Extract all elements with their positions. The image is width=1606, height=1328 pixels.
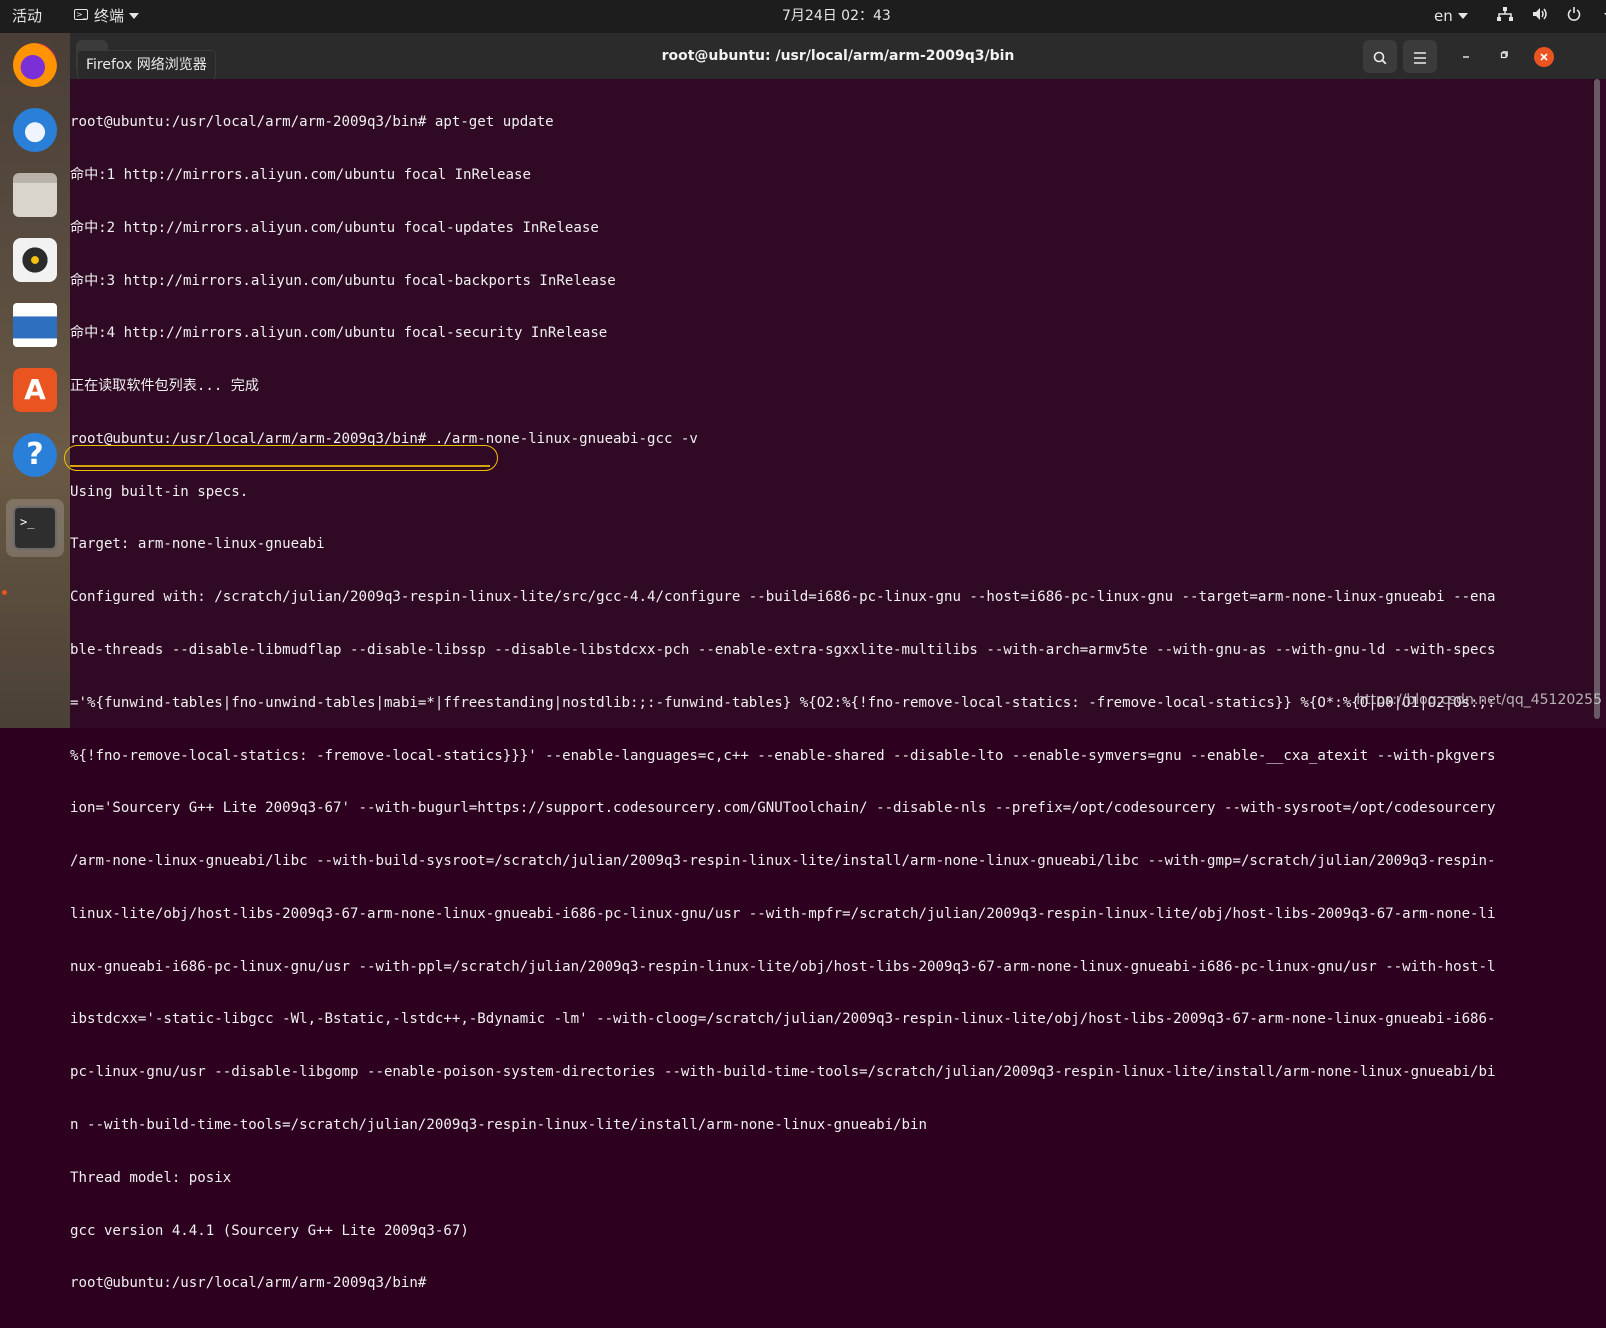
dock-help[interactable]: ? bbox=[6, 426, 64, 484]
terminal-line: linux-lite/obj/host-libs-2009q3-67-arm-n… bbox=[70, 905, 1496, 922]
minimize-button[interactable] bbox=[1456, 47, 1476, 67]
network-icon bbox=[1497, 0, 1513, 33]
terminal-view[interactable]: root@ubuntu:/usr/local/arm/arm-2009q3/bi… bbox=[64, 79, 1606, 1291]
close-icon bbox=[1540, 52, 1548, 61]
system-menu[interactable] bbox=[1497, 0, 1606, 33]
dock-writer[interactable] bbox=[6, 296, 64, 354]
terminal-line: nux-gnueabi-i686-pc-linux-gnu/usr --with… bbox=[70, 958, 1496, 975]
running-indicator bbox=[2, 590, 7, 595]
terminal-output[interactable]: root@ubuntu:/usr/local/arm/arm-2009q3/bi… bbox=[70, 79, 1548, 1328]
terminal-icon: >_ bbox=[13, 506, 57, 550]
terminal-line: /arm-none-linux-gnueabi/libc --with-buil… bbox=[70, 853, 1496, 870]
thunderbird-icon bbox=[13, 108, 57, 152]
terminal-line: root@ubuntu:/usr/local/arm/arm-2009q3/bi… bbox=[70, 114, 554, 131]
search-button[interactable] bbox=[1363, 40, 1397, 73]
terminal-line: ='%{funwind-tables|fno-unwind-tables|mab… bbox=[70, 694, 1496, 711]
terminal-line: 命中:3 http://mirrors.aliyun.com/ubuntu fo… bbox=[70, 272, 616, 289]
firefox-tooltip: Firefox 网络浏览器 bbox=[77, 50, 216, 80]
terminal-line: %{!fno-remove-local-statics: -fremove-lo… bbox=[70, 747, 1496, 764]
underline-annotation bbox=[70, 465, 490, 467]
terminal-line: 正在读取软件包列表... 完成 bbox=[70, 378, 259, 395]
terminal-line: Configured with: /scratch/julian/2009q3-… bbox=[70, 589, 1496, 606]
restore-icon bbox=[1500, 51, 1508, 59]
rhythmbox-icon bbox=[13, 238, 57, 282]
power-icon bbox=[1567, 0, 1581, 33]
search-icon bbox=[1373, 51, 1387, 64]
terminal-line: 命中:2 http://mirrors.aliyun.com/ubuntu fo… bbox=[70, 219, 599, 236]
dock-thunderbird[interactable] bbox=[6, 101, 64, 159]
dock-files[interactable] bbox=[6, 166, 64, 224]
watermark: https://blog.csdn.net/qq_45120255 bbox=[1356, 692, 1602, 708]
terminal-line: Thread model: posix bbox=[70, 1169, 232, 1186]
terminal-prompt[interactable]: root@ubuntu:/usr/local/arm/arm-2009q3/bi… bbox=[70, 1275, 1548, 1293]
language-indicator[interactable]: en bbox=[1434, 0, 1468, 33]
clock[interactable]: 7月24日 02：43 bbox=[782, 0, 891, 33]
terminal-line: ion='Sourcery G++ Lite 2009q3-67' --with… bbox=[70, 800, 1496, 817]
dock-terminal[interactable]: >_ bbox=[6, 499, 64, 557]
activities-button[interactable]: 活动 bbox=[12, 0, 42, 33]
software-center-icon: A bbox=[13, 368, 57, 412]
terminal-line: 命中:4 http://mirrors.aliyun.com/ubuntu fo… bbox=[70, 325, 608, 342]
terminal-app-icon: >_ bbox=[74, 9, 88, 20]
terminal-line: root@ubuntu:/usr/local/arm/arm-2009q3/bi… bbox=[70, 430, 698, 447]
firefox-icon bbox=[13, 43, 57, 87]
window-titlebar[interactable]: root@ubuntu: /usr/local/arm/arm-2009q3/b… bbox=[70, 33, 1606, 79]
dock: A ? >_ bbox=[0, 33, 70, 728]
terminal-line: Target: arm-none-linux-gnueabi bbox=[70, 536, 325, 553]
top-bar: 活动 >_ 终端 7月24日 02：43 en bbox=[0, 0, 1606, 33]
gcc-version-line: gcc version 4.4.1 (Sourcery G++ Lite 200… bbox=[70, 1222, 469, 1239]
dock-software[interactable]: A bbox=[6, 361, 64, 419]
terminal-line: n --with-build-time-tools=/scratch/julia… bbox=[70, 1117, 928, 1134]
minimize-icon bbox=[1463, 56, 1469, 58]
dock-rhythmbox[interactable] bbox=[6, 231, 64, 289]
app-menu[interactable]: >_ 终端 bbox=[74, 0, 140, 33]
language-label: en bbox=[1434, 7, 1453, 25]
menu-button[interactable] bbox=[1403, 40, 1437, 73]
maximize-button[interactable] bbox=[1494, 47, 1514, 67]
terminal-line: ibstdcxx='-static-libgcc -Wl,-Bstatic,-l… bbox=[70, 1011, 1496, 1028]
terminal-line: 命中:1 http://mirrors.aliyun.com/ubuntu fo… bbox=[70, 166, 531, 183]
scrollbar[interactable] bbox=[1594, 79, 1600, 719]
terminal-line: pc-linux-gnu/usr --disable-libgomp --ena… bbox=[70, 1064, 1496, 1081]
terminal-line: Using built-in specs. bbox=[70, 483, 249, 500]
chevron-down-icon bbox=[129, 12, 140, 19]
help-icon: ? bbox=[13, 433, 57, 477]
volume-icon bbox=[1532, 0, 1548, 33]
files-icon bbox=[13, 173, 57, 217]
terminal-line: ble-threads --disable-libmudflap --disab… bbox=[70, 642, 1496, 658]
chevron-down-icon bbox=[1457, 12, 1468, 19]
dock-firefox[interactable] bbox=[6, 36, 64, 94]
writer-icon bbox=[13, 303, 57, 347]
close-button[interactable] bbox=[1534, 47, 1554, 67]
app-name: 终端 bbox=[94, 7, 125, 25]
hamburger-icon bbox=[1414, 51, 1426, 64]
